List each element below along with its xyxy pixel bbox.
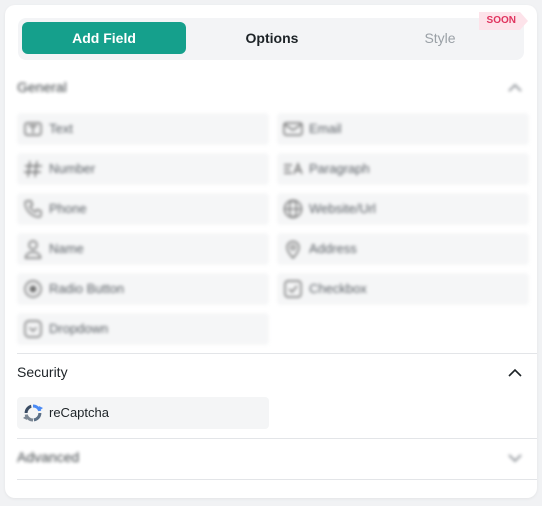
text-icon <box>24 122 42 136</box>
field-label: reCaptcha <box>49 405 109 420</box>
field-name[interactable]: Name <box>17 233 269 265</box>
field-paragraph[interactable]: Paragraph <box>277 153 529 185</box>
paragraph-icon <box>284 162 303 175</box>
section-security-header[interactable]: Security <box>17 360 525 386</box>
field-checkbox[interactable]: Checkbox <box>277 273 529 305</box>
tab-add-field[interactable]: Add Field <box>22 22 186 54</box>
field-label: Paragraph <box>309 161 370 176</box>
field-phone[interactable]: Phone <box>17 193 269 225</box>
chevron-down-icon <box>508 454 522 463</box>
chevron-up-icon <box>508 83 522 92</box>
panel-tabs: Add Field Options Style SOON <box>18 18 524 60</box>
field-label: Email <box>309 121 342 136</box>
radio-icon <box>24 280 42 298</box>
section-general-title: General <box>17 79 67 95</box>
location-pin-icon <box>286 240 300 259</box>
section-general-header[interactable]: General <box>17 75 525 101</box>
section-divider <box>17 479 537 480</box>
field-website-url[interactable]: Website/Url <box>277 193 529 225</box>
field-email[interactable]: Email <box>277 113 529 145</box>
field-label: Address <box>309 241 357 256</box>
section-advanced-title: Advanced <box>17 449 80 465</box>
section-divider <box>17 353 537 354</box>
field-number[interactable]: Number <box>17 153 269 185</box>
field-label: Phone <box>49 201 87 216</box>
recaptcha-icon <box>23 404 43 422</box>
tab-options[interactable]: Options <box>190 22 354 54</box>
field-label: Checkbox <box>309 281 367 296</box>
field-dropdown[interactable]: Dropdown <box>17 313 269 345</box>
phone-icon <box>24 200 42 218</box>
section-advanced-header[interactable]: Advanced <box>17 445 525 471</box>
field-panel: Add Field Options Style SOON General Tex… <box>5 5 537 498</box>
hash-icon <box>24 160 42 178</box>
field-recaptcha[interactable]: reCaptcha <box>17 397 269 429</box>
field-address[interactable]: Address <box>277 233 529 265</box>
field-label: Text <box>49 121 73 136</box>
field-radio-button[interactable]: Radio Button <box>17 273 269 305</box>
soon-badge: SOON <box>479 12 528 30</box>
field-label: Number <box>49 161 96 176</box>
email-icon <box>283 122 303 136</box>
field-label: Website/Url <box>309 201 376 216</box>
dropdown-icon <box>24 320 42 338</box>
field-label: Name <box>49 241 84 256</box>
globe-icon <box>283 199 303 219</box>
section-divider <box>17 438 537 439</box>
field-text[interactable]: Text <box>17 113 269 145</box>
field-label: Radio Button <box>49 281 125 296</box>
chevron-up-icon <box>508 368 522 377</box>
section-security-title: Security <box>17 364 68 380</box>
field-label: Dropdown <box>49 321 109 336</box>
checkbox-icon <box>284 280 302 298</box>
person-icon <box>24 240 42 259</box>
